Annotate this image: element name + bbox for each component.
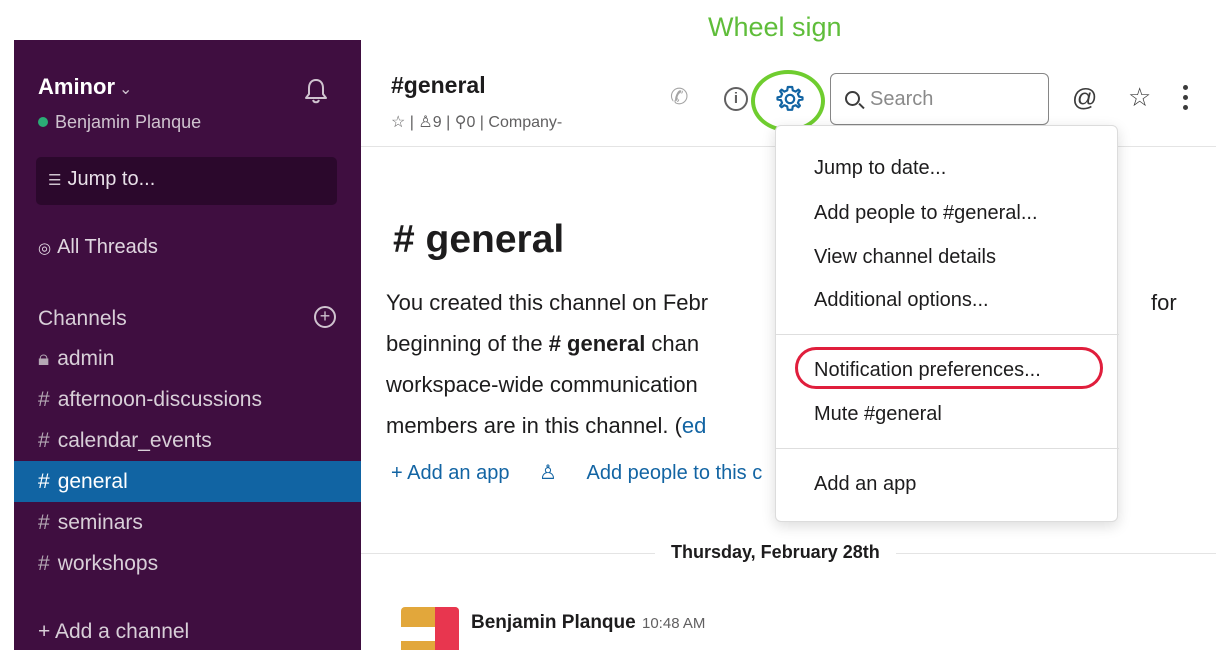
- hash-icon: #: [38, 388, 50, 411]
- menu-item-mute[interactable]: Mute #general: [814, 403, 942, 426]
- channel-label: calendar_events: [57, 429, 212, 452]
- sidebar-item-afternoon-discussions[interactable]: # afternoon-discussions: [14, 379, 361, 420]
- jump-to-button[interactable]: ☰ Jump to...: [36, 157, 337, 205]
- chevron-down-icon: ⌄: [119, 81, 133, 98]
- avatar[interactable]: [401, 607, 459, 650]
- menu-item-add-people[interactable]: Add people to #general...: [814, 202, 1038, 225]
- add-channel-link[interactable]: + Add a channel: [38, 620, 189, 644]
- bell-icon[interactable]: [304, 78, 328, 104]
- hash-icon: #: [38, 470, 50, 493]
- sidebar-item-general[interactable]: # general: [14, 461, 361, 502]
- user-name: Benjamin Planque: [55, 112, 202, 132]
- annotation-label: Wheel sign: [708, 12, 842, 42]
- menu-item-view-details[interactable]: View channel details: [814, 246, 996, 269]
- menu-item-jump-to-date[interactable]: Jump to date...: [814, 157, 946, 180]
- info-icon[interactable]: i: [724, 87, 748, 111]
- sidebar-item-calendar-events[interactable]: # calendar_events: [14, 420, 361, 461]
- workspace-switcher[interactable]: Aminor ⌄: [38, 74, 132, 100]
- add-channel-plus-icon[interactable]: +: [314, 306, 336, 328]
- members-icon[interactable]: ♙: [418, 114, 432, 131]
- intro-actions: + Add an app ♙ Add people to this c: [391, 460, 810, 485]
- gear-highlight-annotation: [751, 70, 825, 132]
- sidebar-item-admin[interactable]: 🔒︎ admin: [14, 338, 361, 379]
- menu-divider: [776, 448, 1119, 449]
- channel-label: admin: [57, 347, 115, 370]
- sidebar: Aminor ⌄ Benjamin Planque ☰ Jump to... ◎ Al…: [14, 40, 361, 650]
- workspace-name: Aminor: [38, 74, 115, 99]
- sidebar-item-seminars[interactable]: # seminars: [14, 502, 361, 543]
- channel-settings-menu: Jump to date... Add people to #general..…: [775, 125, 1119, 522]
- menu-divider: [776, 334, 1119, 335]
- channel-label: workshops: [57, 552, 159, 575]
- all-threads-link[interactable]: ◎ All Threads: [38, 236, 158, 259]
- menu-item-additional-options[interactable]: Additional options...: [814, 289, 989, 312]
- search-placeholder: Search: [870, 88, 934, 110]
- search-input[interactable]: Search: [830, 73, 1049, 125]
- threads-icon: ◎: [38, 240, 52, 257]
- jump-icon: ☰: [48, 172, 62, 189]
- pin-count[interactable]: 0: [466, 114, 475, 131]
- pin-icon[interactable]: ⚲: [455, 114, 467, 131]
- channel-title[interactable]: #general: [391, 72, 486, 99]
- channel-list: 🔒︎ admin # afternoon-discussions # calendar…: [14, 338, 361, 584]
- member-count[interactable]: 9: [433, 114, 442, 131]
- phone-icon[interactable]: ✆: [670, 84, 688, 110]
- notification-highlight-annotation: [795, 347, 1103, 389]
- at-icon[interactable]: @: [1072, 84, 1097, 113]
- channel-label: afternoon-discussions: [57, 388, 262, 411]
- intro-for: for: [1151, 290, 1177, 315]
- lock-icon: 🔒︎: [38, 347, 50, 370]
- jump-label: Jump to...: [67, 168, 156, 190]
- channel-meta: ☆ | ♙9 | ⚲0 | Company-: [391, 114, 563, 131]
- current-user[interactable]: Benjamin Planque: [38, 112, 201, 133]
- presence-dot: [38, 117, 48, 127]
- hash-icon: #: [38, 552, 50, 575]
- channel-label: seminars: [57, 511, 143, 534]
- channels-header[interactable]: Channels: [38, 307, 127, 331]
- star-outline-icon[interactable]: ☆: [391, 114, 405, 131]
- hash-icon: #: [38, 429, 50, 452]
- threads-label: All Threads: [57, 236, 158, 258]
- message-author[interactable]: Benjamin Planque: [471, 612, 636, 634]
- star-icon[interactable]: ☆: [1128, 82, 1151, 113]
- add-app-link[interactable]: + Add an app: [391, 462, 509, 484]
- person-icon: ♙: [539, 462, 563, 484]
- edit-link[interactable]: ed: [682, 413, 706, 438]
- page-title: # general: [393, 218, 565, 261]
- kebab-icon[interactable]: [1183, 85, 1189, 115]
- channel-label: general: [57, 470, 128, 493]
- channel-mention[interactable]: # general: [549, 331, 646, 356]
- hash-icon: #: [38, 511, 50, 534]
- message-timestamp[interactable]: 10:48 AM: [642, 615, 705, 632]
- channel-topic[interactable]: Company-: [488, 114, 562, 131]
- search-icon: [845, 91, 860, 106]
- menu-item-add-app[interactable]: Add an app: [814, 473, 916, 496]
- sidebar-item-workshops[interactable]: # workshops: [14, 543, 361, 584]
- add-people-link[interactable]: ♙ Add people to this c: [539, 462, 786, 484]
- date-divider[interactable]: Thursday, February 28th: [655, 542, 896, 563]
